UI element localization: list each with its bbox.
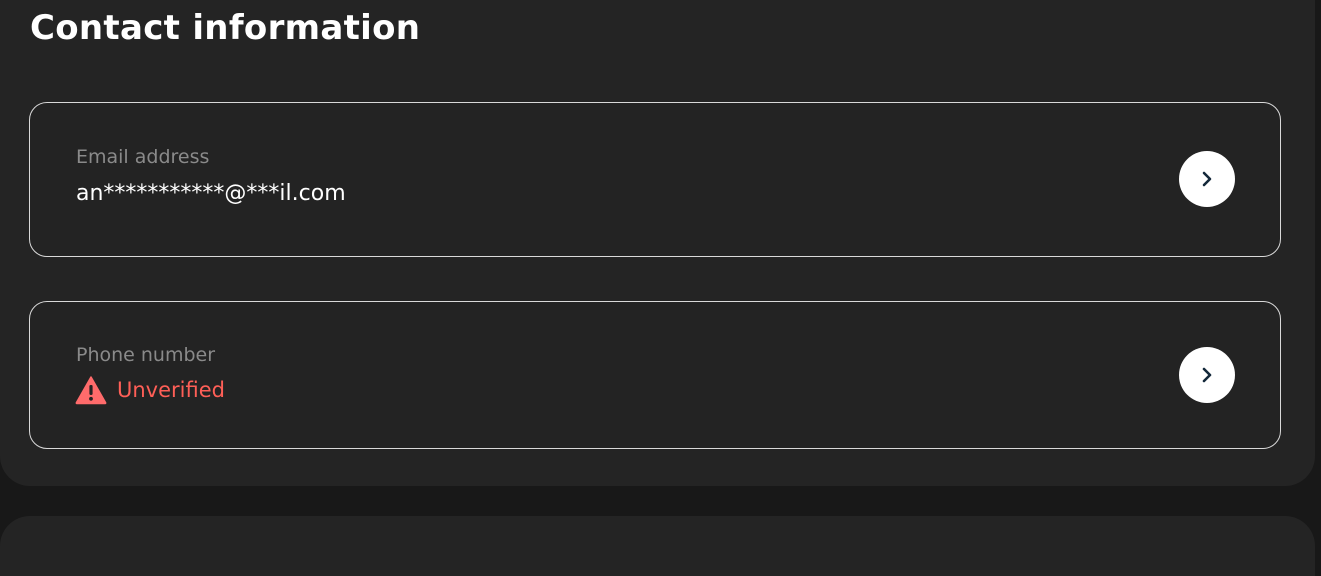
phone-number-label: Phone number [76,344,216,366]
email-address-label: Email address [76,146,210,168]
section-title: Contact information [30,8,421,48]
email-address-value: an***********@***il.com [76,181,346,206]
next-section-panel [0,516,1315,576]
email-address-open-button[interactable] [1179,151,1235,207]
phone-number-open-button[interactable] [1179,347,1235,403]
phone-status: Unverified [75,375,225,405]
phone-status-text: Unverified [117,378,225,402]
chevron-right-icon [1202,171,1212,187]
email-address-card[interactable]: Email address an***********@***il.com [29,102,1281,257]
warning-icon [75,376,107,405]
chevron-right-icon [1202,367,1212,383]
phone-number-card[interactable]: Phone number Unverified [29,301,1281,449]
